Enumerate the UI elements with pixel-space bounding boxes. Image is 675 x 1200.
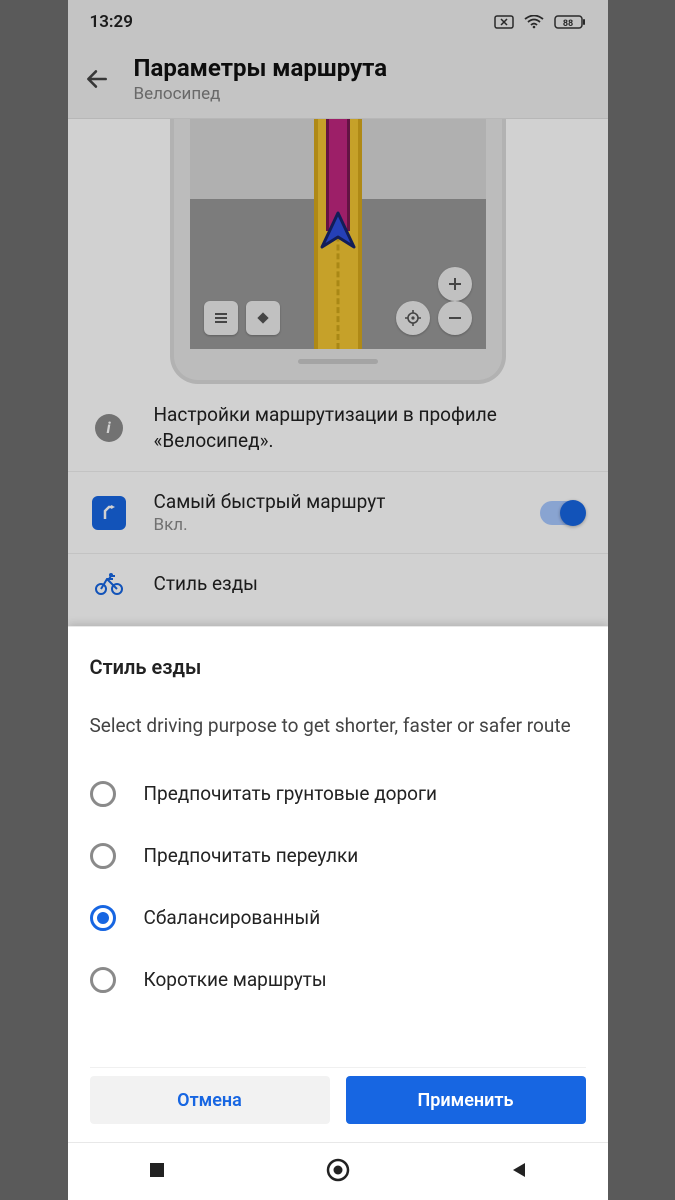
dialog-description: Select driving purpose to get shorter, f… [90,713,586,739]
option-label: Предпочитать переулки [144,844,359,867]
option-byways[interactable]: Предпочитать переулки [90,825,586,887]
radio-icon [90,843,116,869]
dialog-actions: Отмена Применить [90,1067,586,1142]
circle-icon [325,1157,351,1183]
dialog-options: Предпочитать грунтовые дороги Предпочита… [90,763,586,1067]
radio-icon [90,781,116,807]
nav-recent-button[interactable] [147,1160,167,1184]
dialog-title: Стиль езды [90,655,586,679]
option-unpaved[interactable]: Предпочитать грунтовые дороги [90,763,586,825]
driving-style-dialog: Стиль езды Select driving purpose to get… [68,626,608,1142]
apply-button[interactable]: Применить [346,1076,586,1124]
nav-home-button[interactable] [325,1157,351,1187]
option-label: Сбалансированный [144,906,321,929]
option-label: Короткие маршруты [144,968,327,991]
cancel-button[interactable]: Отмена [90,1076,330,1124]
radio-icon [90,967,116,993]
radio-icon [90,905,116,931]
system-navbar [68,1142,608,1200]
square-icon [147,1160,167,1180]
option-short[interactable]: Короткие маршруты [90,949,586,1011]
triangle-left-icon [509,1160,529,1180]
option-balanced[interactable]: Сбалансированный [90,887,586,949]
option-label: Предпочитать грунтовые дороги [144,782,437,805]
nav-back-button[interactable] [509,1160,529,1184]
screen: 13:29 88 Параметры маршрута Велосипед [68,0,608,1200]
